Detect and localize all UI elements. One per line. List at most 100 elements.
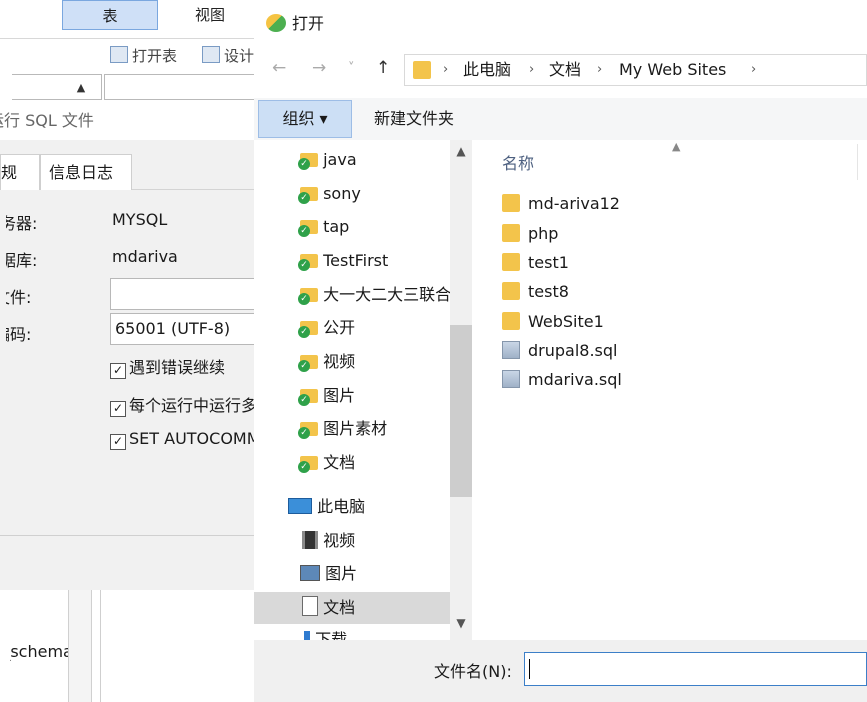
forward-arrow-icon[interactable]: →: [312, 58, 326, 78]
organize-button[interactable]: 组织 ▾: [258, 100, 352, 138]
folder-synced-icon: ✓: [298, 321, 318, 338]
chevron-down-icon[interactable]: ▼: [450, 616, 472, 636]
view-segment-button[interactable]: 视图: [165, 0, 255, 30]
video-library-icon: [302, 531, 318, 549]
file-label: 文件:: [6, 288, 32, 307]
file-path-input[interactable]: [110, 278, 260, 310]
pictures-library-icon: [300, 565, 320, 581]
folder-icon: [502, 224, 520, 242]
file-row[interactable]: test1: [502, 249, 569, 277]
open-table-button[interactable]: 打开表: [110, 45, 177, 67]
run-sql-tabs: 常规 信息日志: [0, 150, 260, 190]
computer-icon: [288, 498, 312, 514]
breadcrumb-documents[interactable]: 文档: [549, 55, 581, 85]
nav-item-this-pc[interactable]: 此电脑: [254, 491, 450, 523]
navigation-row: ← → ˅ ↑ › 此电脑 › 文档 › My Web Sites ›: [254, 50, 867, 90]
nav-item-testfirst[interactable]: ✓ TestFirst: [254, 245, 450, 277]
nav-item-java[interactable]: ✓ java: [254, 144, 450, 176]
navigation-pane: ✓ java ✓ sony ✓ tap ✓ TestFirst ✓ 大一大二大三…: [254, 140, 472, 640]
file-row[interactable]: WebSite1: [502, 308, 604, 336]
breadcrumb-separator-icon: ›: [597, 62, 603, 77]
folder-synced-icon: ✓: [298, 153, 318, 170]
server-value: MYSQL: [112, 210, 168, 229]
text-caret: [529, 659, 530, 679]
nav-item-videos[interactable]: ✓ 视频: [254, 346, 450, 378]
folder-synced-icon: ✓: [298, 355, 318, 372]
open-table-icon: [110, 46, 128, 63]
database-label: 数据库:: [6, 251, 38, 270]
dialog-title: 打开: [266, 10, 324, 38]
nav-item-documents[interactable]: ✓ 文档: [254, 447, 450, 479]
nav-item-joint-project[interactable]: ✓ 大一大二大三联合项目: [254, 279, 450, 311]
file-row[interactable]: mdariva.sql: [502, 366, 622, 394]
nav-item-pictures[interactable]: ✓ 图片: [254, 380, 450, 412]
nav-pane-scrollbar[interactable]: ▲ ▼: [450, 140, 472, 640]
folder-icon: [502, 253, 520, 271]
folder-synced-icon: ✓: [298, 187, 318, 204]
multi-query-checkbox[interactable]: ✓每个运行中运行多重查询: [110, 392, 260, 417]
run-sql-panel: 常规 信息日志 服务器: MYSQL 数据库: mdariva 文件: 编码: …: [0, 140, 260, 535]
app-logo-icon: [266, 14, 286, 32]
open-file-dialog: 打开 ← → ˅ ↑ › 此电脑 › 文档 › My Web Sites › 组…: [254, 0, 867, 702]
filename-input[interactable]: [524, 652, 867, 686]
background-status-strip: [0, 535, 260, 591]
file-row[interactable]: drupal8.sql: [502, 337, 617, 365]
address-bar[interactable]: › 此电脑 › 文档 › My Web Sites ›: [404, 54, 867, 86]
back-arrow-icon[interactable]: ←: [272, 58, 286, 78]
nav-item-pc-downloads[interactable]: 下载: [254, 624, 450, 640]
file-row[interactable]: test8: [502, 278, 569, 306]
splitter-bar[interactable]: [68, 590, 92, 702]
filename-label: 文件名(N):: [434, 662, 512, 681]
tab-info-log[interactable]: 信息日志: [40, 154, 132, 190]
breadcrumb-this-pc[interactable]: 此电脑: [463, 55, 511, 85]
chevron-up-icon[interactable]: ▲: [70, 78, 92, 98]
file-row[interactable]: php: [502, 220, 558, 248]
server-label: 服务器:: [6, 214, 38, 233]
object-selector-row: ▲: [0, 74, 260, 102]
autocommit-checkbox[interactable]: ✓SET AUTOCOMMIT=0: [110, 429, 260, 450]
breadcrumb-separator-icon: ›: [529, 62, 535, 77]
checkbox-checked-icon: ✓: [110, 434, 126, 450]
object-selector-secondary[interactable]: [104, 74, 260, 100]
folder-synced-icon: ✓: [298, 456, 318, 473]
breadcrumb-separator-icon: ›: [751, 62, 757, 77]
nav-item-pc-videos[interactable]: 视频: [254, 525, 450, 557]
checkbox-checked-icon: ✓: [110, 401, 126, 417]
folder-synced-icon: ✓: [298, 288, 318, 305]
continue-on-error-checkbox[interactable]: ✓ 遇到错误继续: [110, 354, 225, 379]
up-arrow-icon[interactable]: ↑: [376, 58, 390, 78]
folder-icon: [502, 194, 520, 212]
sort-ascending-icon: ▲: [672, 140, 681, 153]
database-value: mdariva: [112, 247, 178, 266]
sql-file-icon: [502, 341, 520, 359]
tab-general[interactable]: 常规: [0, 154, 40, 190]
nav-item-pc-documents[interactable]: 文档: [254, 592, 450, 624]
divider: [100, 590, 101, 702]
encoding-label: 编码:: [6, 325, 32, 344]
nav-item-picture-assets[interactable]: ✓ 图片素材: [254, 413, 450, 445]
scrollbar-thumb[interactable]: [450, 325, 472, 497]
breadcrumb-my-web-sites[interactable]: My Web Sites: [619, 55, 726, 85]
design-table-button[interactable]: 设计: [202, 45, 260, 67]
nav-item-sony[interactable]: ✓ sony: [254, 178, 450, 210]
nav-item-pc-pictures[interactable]: 图片: [254, 558, 450, 590]
run-sql-dialog-title: 运行 SQL 文件: [0, 105, 264, 137]
background-toolbar: 打开表 设计: [0, 38, 260, 73]
file-row[interactable]: md-ariva12: [502, 190, 620, 218]
background-app-window: 表 视图 打开表 设计 ▲ 运行 SQL 文件 常规 信息日志 服务器: MYS…: [0, 0, 264, 702]
folder-icon: [502, 282, 520, 300]
folder-synced-icon: ✓: [298, 389, 318, 406]
column-header-name[interactable]: 名称: [502, 150, 534, 174]
chevron-up-icon[interactable]: ▲: [450, 144, 472, 164]
nav-item-tap[interactable]: ✓ tap: [254, 211, 450, 243]
encoding-select[interactable]: 65001 (UTF-8): [110, 313, 260, 345]
schema-tree-item[interactable]: information_schema: [10, 642, 68, 661]
checkbox-checked-icon: ✓: [110, 363, 126, 379]
recent-locations-icon[interactable]: ˅: [348, 61, 355, 76]
table-segment-button[interactable]: 表: [62, 0, 158, 30]
new-folder-button[interactable]: 新建文件夹: [374, 100, 454, 138]
dialog-footer: 文件名(N):: [254, 640, 867, 702]
documents-library-icon: [302, 596, 318, 616]
folder-icon: [502, 312, 520, 330]
nav-item-public[interactable]: ✓ 公开: [254, 312, 450, 344]
